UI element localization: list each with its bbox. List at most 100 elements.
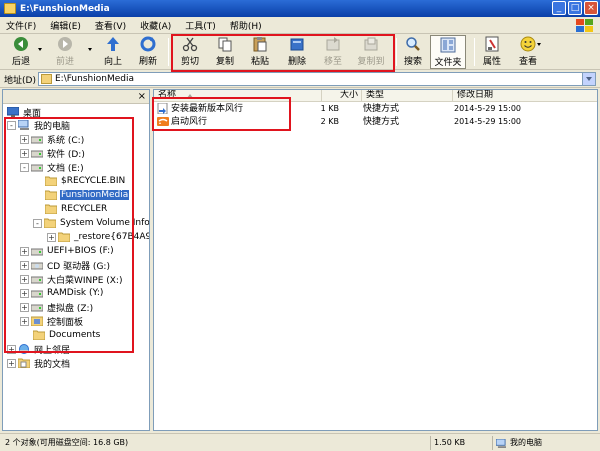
folders-button[interactable]: 文件夹: [430, 35, 466, 69]
tree-item-funshionmedia[interactable]: FunshionMedia: [45, 189, 130, 201]
column-modified[interactable]: 修改日期: [453, 90, 597, 102]
move-to-button[interactable]: 移至: [320, 36, 346, 68]
refresh-icon: [140, 36, 156, 52]
tree-item-documents[interactable]: Documents: [33, 329, 101, 341]
menu-view[interactable]: 查看(V): [95, 19, 126, 32]
delete-button[interactable]: 删除: [284, 36, 310, 68]
tree-item-network[interactable]: + 网上邻居: [7, 343, 71, 356]
forward-button[interactable]: 前进: [50, 36, 80, 68]
expand-icon[interactable]: +: [47, 232, 56, 242]
back-dropdown-icon[interactable]: [38, 48, 42, 51]
tree-item-drive-x[interactable]: + 大白菜WINPE (X:): [20, 273, 123, 286]
tree-item-my-computer[interactable]: - 我的电脑: [7, 119, 71, 132]
menu-tools[interactable]: 工具(T): [185, 19, 216, 32]
expand-icon[interactable]: +: [20, 260, 29, 270]
file-name: 安装最新版本风行: [171, 104, 244, 114]
tree-item-drive-g[interactable]: + CD 驱动器 (G:): [20, 259, 111, 272]
up-button[interactable]: 向上: [100, 36, 126, 68]
maximize-button[interactable]: □: [568, 1, 582, 15]
tree-item-system-volume[interactable]: - System Volume Informat: [33, 217, 150, 229]
tree-label: 文档 (E:): [47, 163, 84, 174]
expand-icon[interactable]: +: [20, 274, 29, 284]
tree-item-control-panel[interactable]: + 控制面板: [20, 315, 84, 328]
menu-edit[interactable]: 编辑(E): [50, 19, 81, 32]
tree-item-drive-e[interactable]: - 文档 (E:): [20, 161, 85, 174]
search-button[interactable]: 搜索: [401, 36, 425, 68]
expand-icon[interactable]: +: [20, 148, 29, 158]
paste-label: 粘贴: [250, 57, 269, 67]
tree-label: Documents: [49, 330, 101, 340]
tree-label: 网上邻居: [34, 345, 71, 356]
copy-label: 复制: [215, 57, 234, 67]
search-icon: [406, 37, 420, 51]
expand-icon[interactable]: +: [20, 316, 29, 326]
table-row[interactable]: 安装最新版本风行 1 KB 快捷方式 2014-5-29 15:00: [154, 103, 597, 115]
expand-icon[interactable]: +: [7, 358, 16, 368]
menu-favorites[interactable]: 收藏(A): [140, 19, 171, 32]
status-location-label: 我的电脑: [510, 438, 542, 447]
cut-button[interactable]: 剪切: [177, 36, 203, 68]
properties-button[interactable]: 属性: [479, 36, 505, 68]
tree-item-my-documents[interactable]: + 我的文档: [7, 357, 71, 370]
smiley-icon: [520, 36, 536, 52]
collapse-icon[interactable]: -: [20, 162, 29, 172]
refresh-button[interactable]: 刷新: [135, 36, 161, 68]
copy-button[interactable]: 复制: [212, 36, 238, 68]
window-title: E:\FunshionMedia: [20, 3, 110, 14]
tree-item-drive-f[interactable]: + UEFI+BIOS (F:): [20, 245, 115, 257]
tree-label: 我的电脑: [34, 121, 71, 132]
tree-item-drive-c[interactable]: + 系统 (C:): [20, 133, 85, 146]
column-type[interactable]: 类型: [362, 90, 453, 102]
forward-dropdown-icon[interactable]: [88, 48, 92, 51]
tree-item-drive-z[interactable]: + 虚拟盘 (Z:): [20, 301, 94, 314]
expand-icon[interactable]: +: [20, 288, 29, 298]
copy-to-button[interactable]: 复制到: [355, 36, 387, 68]
views-label: 查看: [518, 57, 537, 67]
tree-label: FunshionMedia: [60, 190, 130, 200]
collapse-icon[interactable]: -: [7, 120, 16, 130]
collapse-icon[interactable]: -: [33, 218, 42, 228]
toolbar: 后退 前进 向上 刷新 剪切 复制 粘贴 删除 移至 复制到 搜索 文件夹 属性…: [0, 34, 600, 70]
menu-help[interactable]: 帮助(H): [230, 19, 262, 32]
refresh-label: 刷新: [138, 57, 157, 67]
paste-button[interactable]: 粘贴: [247, 36, 273, 68]
expand-icon[interactable]: +: [20, 246, 29, 256]
column-name[interactable]: 名称: [154, 90, 322, 102]
tree-label: $RECYCLE.BIN: [61, 176, 126, 186]
back-label: 后退: [11, 57, 30, 67]
minimize-button[interactable]: _: [552, 1, 566, 15]
tree-item-restore[interactable]: + _restore{67B4A972: [47, 231, 149, 243]
back-button[interactable]: 后退: [6, 36, 36, 68]
tree-item-recycle-bin[interactable]: $RECYCLE.BIN: [45, 175, 126, 187]
expand-icon[interactable]: +: [7, 344, 16, 354]
column-size[interactable]: 大小: [322, 90, 362, 102]
tree-item-drive-y[interactable]: + RAMDisk (Y:): [20, 287, 104, 299]
tree-label: 虚拟盘 (Z:): [47, 303, 94, 314]
views-dropdown-icon[interactable]: [537, 43, 541, 46]
expand-icon[interactable]: +: [20, 302, 29, 312]
tree-item-drive-d[interactable]: + 软件 (D:): [20, 147, 86, 160]
column-modified-label: 修改日期: [457, 90, 494, 100]
address-dropdown-icon[interactable]: [582, 73, 595, 85]
close-button[interactable]: ×: [584, 1, 598, 15]
menu-file[interactable]: 文件(F): [6, 19, 36, 32]
status-size: 1.50 KB: [430, 436, 490, 450]
windows-logo-icon: [574, 18, 594, 33]
close-pane-button[interactable]: ×: [138, 90, 146, 103]
status-bar: 2 个对象(可用磁盘空间: 16.8 GB) 1.50 KB 我的电脑: [0, 433, 600, 451]
tree-label: 系统 (C:): [47, 135, 85, 146]
properties-label: 属性: [482, 57, 501, 67]
tree-item-desktop[interactable]: 桌面: [7, 106, 42, 119]
table-row[interactable]: 启动风行 2 KB 快捷方式 2014-5-29 15:00: [154, 116, 597, 128]
drive-icon: [31, 290, 43, 298]
views-button[interactable]: 查看: [514, 36, 542, 68]
folder-open-icon: [45, 190, 57, 200]
expand-icon[interactable]: +: [20, 134, 29, 144]
cd-drive-icon: [31, 262, 43, 270]
folder-icon: [44, 218, 56, 228]
drive-icon: [31, 248, 43, 256]
tree-item-recycler[interactable]: RECYCLER: [45, 203, 108, 215]
address-input[interactable]: E:\FunshionMedia: [38, 72, 596, 86]
tree-label: System Volume Informat: [60, 218, 150, 228]
folder-icon: [41, 74, 52, 84]
